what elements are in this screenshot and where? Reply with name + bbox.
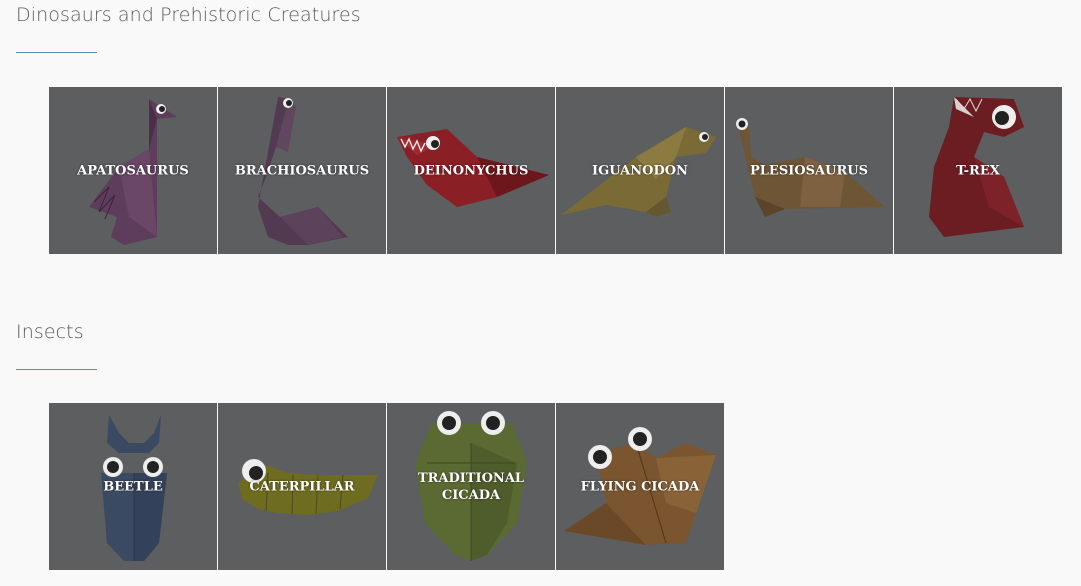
- tile-label: PLESIOSAURUS: [750, 163, 868, 178]
- section-title-dinosaurs: Dinosaurs and Prehistoric Creatures: [16, 4, 361, 26]
- tile-brachiosaurus[interactable]: BRACHIOSAURUS: [218, 87, 386, 254]
- tile-label: IGUANODON: [592, 163, 688, 178]
- dinosaur-grid: APATOSAURUS BRACHIOSAURUS DEINONYCHUS IG…: [49, 87, 1063, 254]
- tile-iguanodon[interactable]: IGUANODON: [556, 87, 724, 254]
- tile-plesiosaurus[interactable]: PLESIOSAURUS: [725, 87, 893, 254]
- tile-label: BRACHIOSAURUS: [234, 163, 370, 178]
- tile-label: FLYING CICADA: [580, 479, 700, 494]
- tile-deinonychus[interactable]: DEINONYCHUS: [387, 87, 555, 254]
- tile-beetle[interactable]: BEETLE: [49, 403, 217, 570]
- insect-grid: BEETLE CATERPILLAR TRADITIONAL CICADA FL…: [49, 403, 725, 570]
- tile-apatosaurus[interactable]: APATOSAURUS: [49, 87, 217, 254]
- tile-t-rex[interactable]: T-REX: [894, 87, 1062, 254]
- tile-label: T-REX: [956, 163, 1000, 178]
- tile-label: BEETLE: [103, 479, 163, 494]
- tile-traditional-cicada[interactable]: TRADITIONAL CICADA: [387, 403, 555, 570]
- tile-label: TRADITIONAL CICADA: [417, 470, 525, 503]
- tile-caterpillar[interactable]: CATERPILLAR: [218, 403, 386, 570]
- tile-flying-cicada[interactable]: FLYING CICADA: [556, 403, 724, 570]
- section-title-insects: Insects: [16, 321, 84, 343]
- section-divider: [16, 369, 97, 370]
- tile-label: DEINONYCHUS: [413, 163, 529, 178]
- section-divider: [16, 52, 97, 53]
- tile-label: APATOSAURUS: [77, 163, 189, 178]
- tile-label: CATERPILLAR: [249, 479, 355, 494]
